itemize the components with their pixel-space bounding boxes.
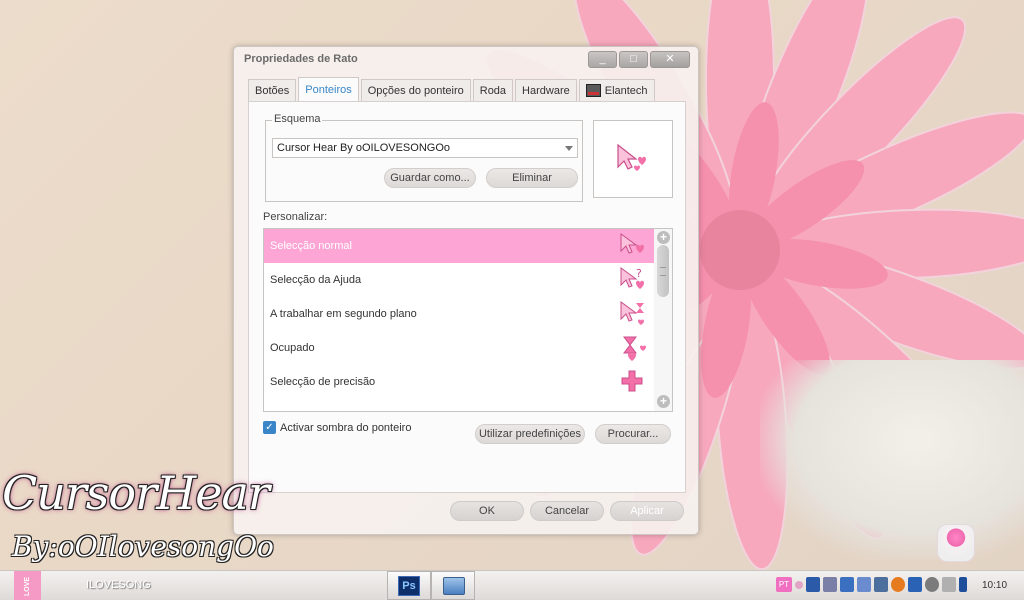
scheme-legend: Esquema [272, 113, 323, 125]
battery-icon[interactable] [959, 577, 967, 592]
window-controls: _ □ ✕ [588, 51, 690, 68]
system-tray: PT [776, 577, 967, 592]
save-as-button[interactable]: Guardar como... [384, 168, 476, 188]
network-icon[interactable] [806, 577, 820, 592]
cursor-preview [593, 120, 673, 198]
security-icon[interactable] [908, 577, 922, 592]
maximize-button[interactable]: □ [619, 51, 648, 68]
tab-buttons[interactable]: Botões [248, 79, 297, 101]
volume-icon[interactable] [857, 577, 871, 592]
normal-select-cursor-icon [620, 233, 644, 254]
shadow-option[interactable]: ✓ Activar sombra do ponteiro [263, 421, 411, 434]
list-item[interactable]: Ocupado [264, 331, 654, 365]
scheme-group: Esquema Cursor Hear By oOILOVESONGOo Gua… [265, 113, 583, 202]
scheme-selected-value: Cursor Hear By oOILOVESONGOo [277, 142, 450, 154]
start-button[interactable]: LOVE [14, 571, 41, 600]
taskbar: LOVE ILOVESONG Ps PT 10:10 [0, 570, 1024, 600]
vertical-scrollbar[interactable]: + + [654, 229, 672, 411]
scroll-up-button[interactable]: + [657, 231, 670, 244]
signature-author: By:oOIlovesongOo [12, 530, 274, 563]
mouse-properties-window: Propriedades de Rato _ □ ✕ Botões Pontei… [233, 46, 699, 535]
tab-bar: Botões Ponteiros Opções do ponteiro Roda… [248, 77, 657, 101]
tab-elantech[interactable]: Elantech [578, 79, 655, 101]
list-item-label: Ocupado [270, 342, 315, 354]
apply-button[interactable]: Aplicar [610, 501, 684, 521]
display-icon[interactable] [874, 577, 888, 592]
wallpaper-mug [760, 360, 1024, 560]
tab-hardware[interactable]: Hardware [515, 79, 577, 101]
plus-icon[interactable] [795, 580, 803, 589]
photoshop-icon: Ps [398, 576, 420, 596]
tab-pointers[interactable]: Ponteiros [298, 77, 359, 101]
elantech-icon [585, 84, 601, 97]
shadow-checkbox[interactable]: ✓ [263, 421, 276, 434]
scheme-dropdown[interactable]: Cursor Hear By oOILOVESONGOo [272, 138, 578, 158]
list-item-label: A trabalhar em segundo plano [270, 308, 417, 320]
mouse-properties-icon [443, 577, 465, 595]
pointers-panel: Esquema Cursor Hear By oOILOVESONGOo Gua… [248, 101, 686, 493]
network-warning-icon[interactable] [823, 577, 837, 592]
minimize-button[interactable]: _ [588, 51, 617, 68]
chevron-down-icon [565, 146, 573, 151]
list-item[interactable]: A trabalhar em segundo plano [264, 297, 654, 331]
use-defaults-button[interactable]: Utilizar predefinições [475, 424, 585, 444]
list-item-label: Selecção normal [270, 240, 352, 252]
bluetooth-icon[interactable] [840, 577, 854, 592]
shadow-label: Activar sombra do ponteiro [280, 421, 412, 434]
cursor-list[interactable]: Selecção normal Selecção da Ajuda ? A tr… [263, 228, 673, 412]
photoshop-task-button[interactable]: Ps [387, 571, 431, 600]
tab-elantech-label: Elantech [604, 84, 648, 97]
window-title: Propriedades de Rato [244, 53, 358, 65]
desktop-icon-cup[interactable] [937, 524, 975, 562]
delete-button[interactable]: Eliminar [486, 168, 578, 188]
signature-title: CursorHear [2, 466, 270, 520]
list-item[interactable]: Selecção da Ajuda ? [264, 263, 654, 297]
taskbar-label: ILOVESONG [86, 579, 151, 591]
scroll-thumb[interactable] [657, 245, 669, 297]
list-item[interactable]: Selecção normal [264, 229, 654, 263]
browse-button[interactable]: Procurar... [595, 424, 671, 444]
tab-pointer-options[interactable]: Opções do ponteiro [360, 79, 471, 101]
list-item[interactable]: Selecção de precisão [264, 365, 654, 399]
tab-wheel[interactable]: Roda [472, 79, 514, 101]
precision-select-cursor-icon [621, 370, 643, 392]
language-indicator[interactable]: PT [776, 577, 792, 592]
mouse-properties-task-button[interactable] [431, 571, 475, 600]
close-button[interactable]: ✕ [650, 51, 690, 68]
working-in-background-cursor-icon [620, 301, 644, 325]
antivirus-icon[interactable] [891, 577, 905, 592]
list-item-label: Selecção da Ajuda [270, 274, 362, 286]
busy-cursor-icon [623, 336, 646, 361]
help-select-cursor-icon: ? [620, 267, 644, 289]
svg-text:?: ? [636, 267, 642, 280]
customize-label: Personalizar: [263, 211, 328, 223]
tool-icon[interactable] [942, 577, 956, 592]
pink-cursor-icon [617, 143, 646, 171]
list-item-label: Selecção de precisão [270, 376, 376, 388]
clock: 10:10 [982, 580, 1008, 591]
ok-button[interactable]: OK [450, 501, 524, 521]
update-icon[interactable] [925, 577, 939, 592]
cancel-button[interactable]: Cancelar [530, 501, 604, 521]
scroll-down-button[interactable]: + [657, 395, 670, 408]
